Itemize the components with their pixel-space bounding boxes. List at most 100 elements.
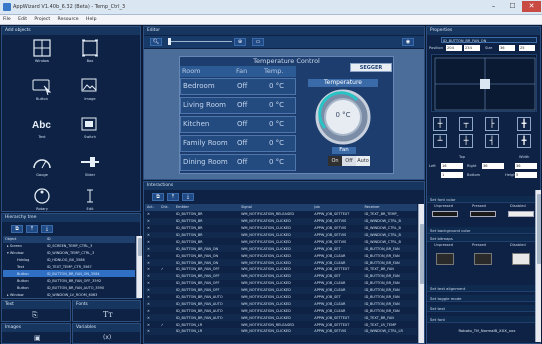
anchor-top-icon[interactable]: ┬ xyxy=(459,117,473,131)
interaction-up-button[interactable]: ⤒ xyxy=(167,193,179,201)
scroll-thumb[interactable] xyxy=(138,238,142,256)
interaction-row[interactable]: ✕ ID_BUTTON_BR_FAN_ON WM_NOTIFICATION_CLIC… xyxy=(145,245,417,253)
add-image-button[interactable]: Image xyxy=(68,77,112,101)
delete-icon[interactable]: ✕ xyxy=(145,225,159,232)
temperature-control-screen[interactable]: Temperature Control Room Fan Temp. Bedro… xyxy=(179,56,394,174)
scroll-thumb[interactable] xyxy=(420,224,424,284)
delete-icon[interactable]: ✕ xyxy=(145,321,159,328)
maximize-button[interactable]: ☐ xyxy=(503,1,522,12)
text-tab-panel[interactable]: Text ⎘ xyxy=(1,300,71,322)
add-text-button[interactable]: Abc Text xyxy=(20,115,64,139)
add-gauge-button[interactable]: Gauge xyxy=(20,153,64,177)
unpressed-bitmap-thumb[interactable] xyxy=(436,253,454,265)
section-set-bitmaps[interactable]: Set bitmaps✕ xyxy=(427,235,540,242)
interaction-row[interactable]: ✕ ID_BUTTON_BR WM_NOTIFICATION_CLICKED APPW… xyxy=(145,231,417,239)
section-set-font-color[interactable]: Set font color✕ xyxy=(427,196,540,203)
room-row[interactable]: Dining Room Off 0 °C xyxy=(180,154,296,171)
room-row[interactable]: Family Room Off 0 °C xyxy=(180,135,296,152)
checked-icon[interactable] xyxy=(159,280,174,287)
room-row[interactable]: Living Room Off 0 °C xyxy=(180,97,296,114)
delete-icon[interactable]: ✕ xyxy=(145,245,159,252)
checked-icon[interactable] xyxy=(159,300,174,307)
interaction-row[interactable]: ✕ ID_BUTTON_BR_FAN_ON WM_NOTIFICATION_CLIC… xyxy=(145,259,417,267)
fan-on-button[interactable]: On xyxy=(328,156,342,166)
interaction-row[interactable]: ✕ ID_BUTTON_BR WM_NOTIFICATION_CLICKED APPW… xyxy=(145,238,417,245)
close-button[interactable]: ✕ xyxy=(522,1,541,12)
section-set-font[interactable]: Set font✕ xyxy=(427,316,540,323)
add-button-button[interactable]: Button xyxy=(20,77,64,101)
add-object-button[interactable]: ⧉ xyxy=(11,225,23,233)
hierarchy-row[interactable]: Button ID_BUTTON_BR_FAN_ON_3584 xyxy=(3,270,135,278)
interaction-row[interactable]: ✕ ID_BUTTON_BR_FAN_AUTO WM_NOTIFICATION_CL… xyxy=(145,300,417,308)
checked-icon[interactable] xyxy=(159,307,174,314)
checked-icon[interactable]: ✓ xyxy=(159,321,174,328)
section-set-text-alignment[interactable]: Set text alignment✕ xyxy=(427,285,540,292)
menu-edit[interactable]: Edit xyxy=(15,15,30,22)
hierarchy-row[interactable]: ▸ Window ID_WINDOW_LV_ROOM_6063 xyxy=(3,291,135,298)
scroll-thumb[interactable] xyxy=(537,194,541,264)
interaction-row[interactable]: ✕ ID_BUTTON_BR WM_NOTIFICATION_RELEASED APP… xyxy=(145,211,417,218)
pressed-color-swatch[interactable] xyxy=(470,211,496,217)
anchor-left-icon[interactable]: ├ xyxy=(485,117,499,131)
delete-icon[interactable]: ✕ xyxy=(145,314,159,321)
checked-icon[interactable] xyxy=(159,252,174,259)
minimize-button[interactable]: – xyxy=(484,1,503,12)
size-w-field[interactable]: 36 xyxy=(499,45,515,51)
checked-icon[interactable] xyxy=(159,211,174,218)
disabled-color-swatch[interactable] xyxy=(508,211,534,217)
add-edit-button[interactable]: Edit xyxy=(68,187,112,211)
section-set-toggle-mode[interactable]: Set toggle mode✕ xyxy=(427,295,540,302)
delete-icon[interactable]: ✕ xyxy=(145,259,159,266)
interaction-row[interactable]: ✕ ID_BUTTON_BR_FAN_OFF WM_NOTIFICATION_CLI… xyxy=(145,280,417,287)
interaction-row[interactable]: ✕ ID_BUTTON_BR WM_NOTIFICATION_CLICKED APPW… xyxy=(145,225,417,232)
hierarchy-row[interactable]: ▾ Window ID_WINDOW_TEMP_CTRL_3 xyxy=(3,250,135,257)
delete-icon[interactable]: ✕ xyxy=(145,218,159,225)
interaction-row[interactable]: ✕ ID_BUTTON_BR_FAN_AUTO WM_NOTIFICATION_CL… xyxy=(145,314,417,322)
checked-icon[interactable]: ✓ xyxy=(159,266,174,273)
disabled-bitmap-thumb[interactable] xyxy=(512,253,530,265)
columns-field[interactable]: 1 xyxy=(441,172,463,178)
interaction-row[interactable]: ✕ ✓ ID_BUTTON_BR_FAN_OFF WM_NOTIFICATION_CL… xyxy=(145,266,417,273)
delete-icon[interactable]: ✕ xyxy=(145,328,159,335)
checked-icon[interactable] xyxy=(159,328,174,335)
preview-button[interactable]: ◉ xyxy=(402,38,414,46)
checked-icon[interactable] xyxy=(159,225,174,232)
interaction-row[interactable]: ✕ ID_BUTTON_BR WM_NOTIFICATION_CLICKED APPW… xyxy=(145,217,417,225)
zoom-out-button[interactable]: 🔍︎ xyxy=(150,38,162,46)
delete-icon[interactable]: ✕ xyxy=(145,280,159,287)
add-slider-button[interactable]: Slider xyxy=(68,153,112,177)
delete-icon[interactable]: ✕ xyxy=(145,287,159,294)
interaction-row[interactable]: ✕ ID_BUTTON_BR_FAN_AUTO WM_NOTIFICATION_CL… xyxy=(145,294,417,301)
interaction-row[interactable]: ✕ ID_BUTTON_BR_FAN_ON WM_NOTIFICATION_CLIC… xyxy=(145,252,417,259)
zoom-slider-handle[interactable] xyxy=(168,38,171,45)
font-value[interactable]: Roboto_Ttf_NormalB_XXX_xxx xyxy=(440,328,534,335)
anchor-right-icon[interactable]: ┤ xyxy=(485,134,499,148)
menu-resource[interactable]: Resource xyxy=(55,15,82,22)
checked-icon[interactable] xyxy=(159,218,174,225)
interactions-scrollbar[interactable] xyxy=(418,204,424,343)
checked-icon[interactable] xyxy=(159,238,174,245)
height-field[interactable]: 5 xyxy=(515,172,537,178)
size-h-field[interactable]: 25 xyxy=(519,45,535,51)
delete-icon[interactable]: ✕ xyxy=(145,232,159,239)
delete-icon[interactable]: ✕ xyxy=(145,266,159,273)
top-field[interactable]: 36 xyxy=(515,163,537,169)
fan-off-button[interactable]: Off xyxy=(342,156,356,166)
checked-icon[interactable] xyxy=(159,232,174,239)
position-x-field[interactable]: 204 xyxy=(446,45,462,51)
move-down-button[interactable]: ⤓ xyxy=(41,225,53,233)
left-field[interactable]: 16 xyxy=(441,163,463,169)
menu-help[interactable]: Help xyxy=(83,15,99,22)
anchor-bottom-right-icon[interactable]: ╋ xyxy=(517,134,531,148)
anchor-bottom-left-icon[interactable]: ┴ xyxy=(433,134,447,148)
delete-icon[interactable]: ✕ xyxy=(145,273,159,280)
delete-icon[interactable]: ✕ xyxy=(145,211,159,218)
interaction-row[interactable]: ✕ ID_BUTTON_LR WM_NOTIFICATION_CLICKED APPW… xyxy=(145,328,417,335)
checked-icon[interactable] xyxy=(159,259,174,266)
menu-project[interactable]: Project xyxy=(31,15,53,22)
hierarchy-row[interactable]: Button ID_BUTTON_BR_FAN_AUTO_3590 xyxy=(3,284,135,291)
add-box-button[interactable]: Box xyxy=(68,39,112,63)
hierarchy-row[interactable]: Button ID_BUTTON_BR_FAN_OFF_3592 xyxy=(3,277,135,284)
checked-icon[interactable] xyxy=(159,287,174,294)
add-interaction-button[interactable]: ⧉ xyxy=(152,193,164,201)
